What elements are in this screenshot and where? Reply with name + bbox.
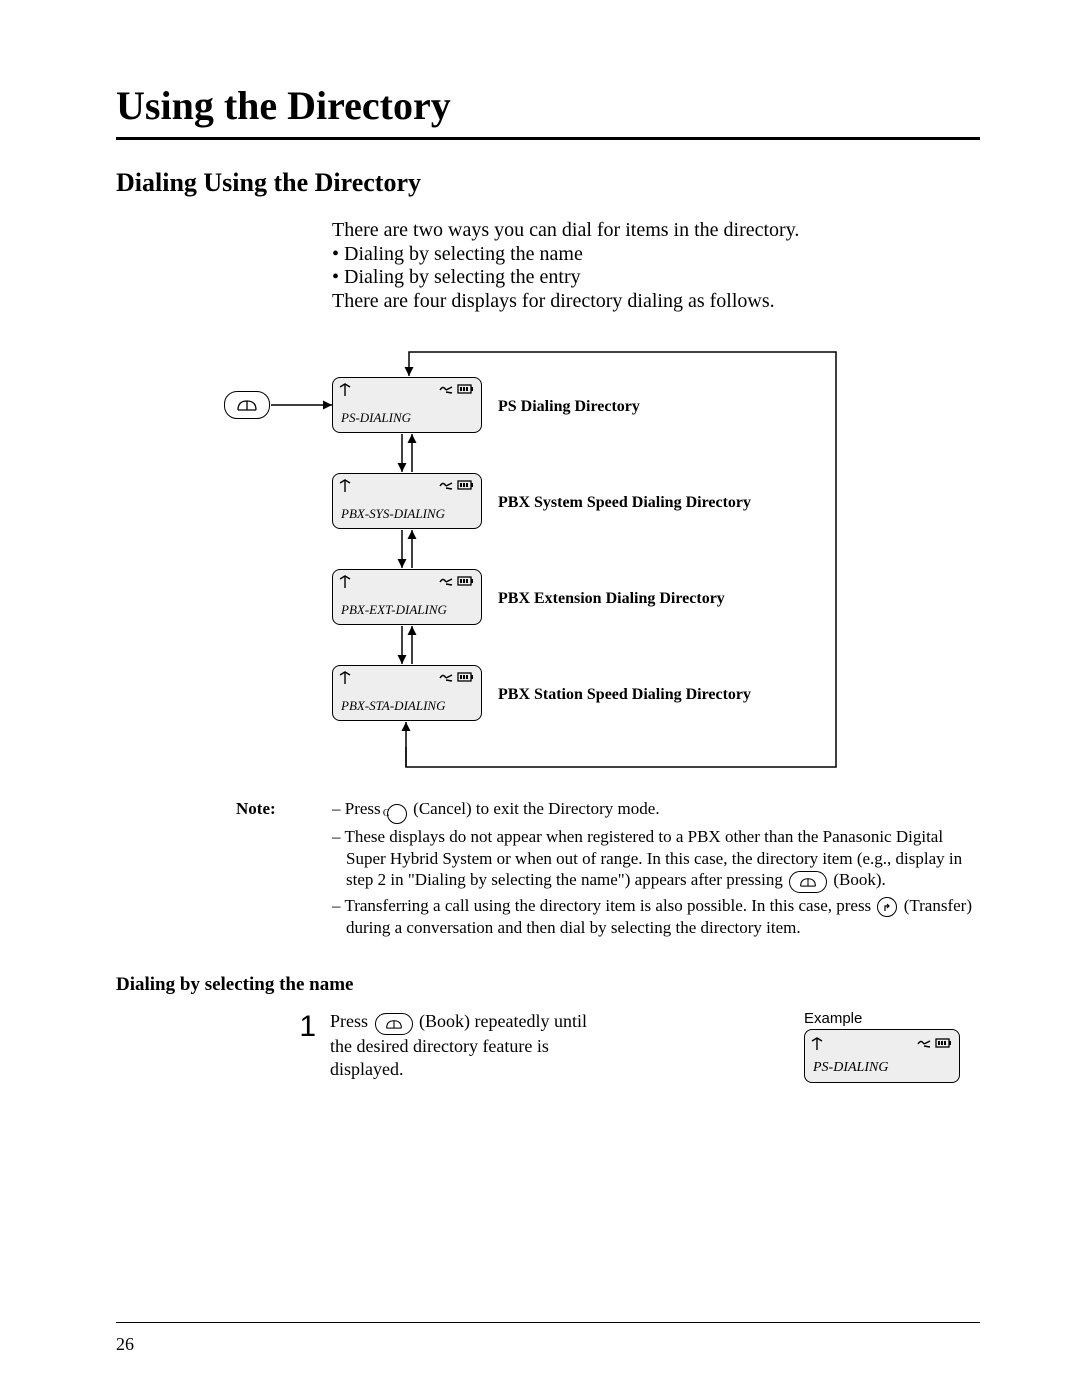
signal-icon bbox=[339, 383, 351, 397]
note-block: Note: – Press C (Cancel) to exit the Dir… bbox=[116, 798, 980, 940]
section-title: Dialing Using the Directory bbox=[116, 168, 980, 198]
cancel-button-icon: C bbox=[387, 804, 407, 824]
note-1-post: (Cancel) to exit the Directory mode. bbox=[413, 799, 659, 818]
display-label: PBX-SYS-DIALING bbox=[341, 506, 445, 522]
display-pbx-sta-dialing: PBX-STA-DIALING bbox=[332, 665, 482, 721]
display-pbx-ext-dialing: PBX-EXT-DIALING bbox=[332, 569, 482, 625]
subsection-title: Dialing by selecting the name bbox=[116, 974, 980, 996]
step-1-pre: Press bbox=[330, 1011, 373, 1031]
display-caption: PBX System Speed Dialing Directory bbox=[498, 494, 751, 512]
example-label: Example bbox=[804, 1010, 960, 1027]
display-caption: PBX Station Speed Dialing Directory bbox=[498, 686, 751, 704]
footer-rule bbox=[116, 1322, 980, 1323]
ringer-icon bbox=[439, 576, 453, 588]
signal-icon bbox=[339, 575, 351, 589]
intro-bullet-2-text: Dialing by selecting the entry bbox=[344, 266, 581, 288]
battery-icon bbox=[457, 480, 475, 490]
title-rule bbox=[116, 137, 980, 140]
example-display: PS-DIALING bbox=[804, 1029, 960, 1083]
display-ps-dialing: PS-DIALING bbox=[332, 377, 482, 433]
ringer-icon bbox=[917, 1038, 931, 1050]
battery-icon bbox=[935, 1038, 953, 1048]
intro-line-1: There are two ways you can dial for item… bbox=[332, 218, 970, 243]
intro-bullet-1-text: Dialing by selecting the name bbox=[344, 243, 583, 265]
example-wrap: Example PS-DIALING bbox=[804, 1010, 960, 1083]
intro-line-2: There are four displays for directory di… bbox=[332, 289, 970, 314]
transfer-button-icon bbox=[877, 897, 897, 917]
display-label: PBX-STA-DIALING bbox=[341, 698, 445, 714]
note-1-pre: – Press bbox=[332, 799, 385, 818]
page-number: 26 bbox=[116, 1334, 134, 1355]
note-item-1: – Press C (Cancel) to exit the Directory… bbox=[332, 798, 980, 824]
page-title: Using the Directory bbox=[116, 82, 980, 129]
display-label: PS-DIALING bbox=[341, 410, 411, 426]
note-2-post: (Book). bbox=[833, 870, 885, 889]
signal-icon bbox=[811, 1037, 823, 1051]
note-heading: Note: bbox=[116, 798, 332, 940]
step-1: 1 Press (Book) repeatedly until the desi… bbox=[286, 1010, 980, 1083]
note-3-pre: – Transferring a call using the director… bbox=[332, 896, 875, 915]
step-number: 1 bbox=[286, 1010, 316, 1044]
step-text: Press (Book) repeatedly until the desire… bbox=[330, 1010, 600, 1080]
signal-icon bbox=[339, 671, 351, 685]
signal-icon bbox=[339, 479, 351, 493]
battery-icon bbox=[457, 576, 475, 586]
display-caption: PS Dialing Directory bbox=[498, 398, 640, 416]
intro-bullet-2: • Dialing by selecting the entry bbox=[332, 266, 980, 289]
intro-bullet-1: • Dialing by selecting the name bbox=[332, 243, 980, 266]
display-label: PBX-EXT-DIALING bbox=[341, 602, 447, 618]
display-pbx-sys-dialing: PBX-SYS-DIALING bbox=[332, 473, 482, 529]
note-item-2: – These displays do not appear when regi… bbox=[332, 826, 980, 893]
display-caption: PBX Extension Dialing Directory bbox=[498, 590, 725, 608]
book-button-icon bbox=[789, 871, 827, 893]
example-display-label: PS-DIALING bbox=[813, 1060, 888, 1076]
battery-icon bbox=[457, 672, 475, 682]
ringer-icon bbox=[439, 672, 453, 684]
note-item-3: – Transferring a call using the director… bbox=[332, 895, 980, 938]
book-button-icon bbox=[224, 391, 270, 419]
battery-icon bbox=[457, 384, 475, 394]
ringer-icon bbox=[439, 480, 453, 492]
ringer-icon bbox=[439, 384, 453, 396]
book-button-icon bbox=[375, 1013, 413, 1035]
directory-flow-diagram: PS-DIALING PS Dialing Directory PBX-SYS-… bbox=[116, 342, 980, 772]
